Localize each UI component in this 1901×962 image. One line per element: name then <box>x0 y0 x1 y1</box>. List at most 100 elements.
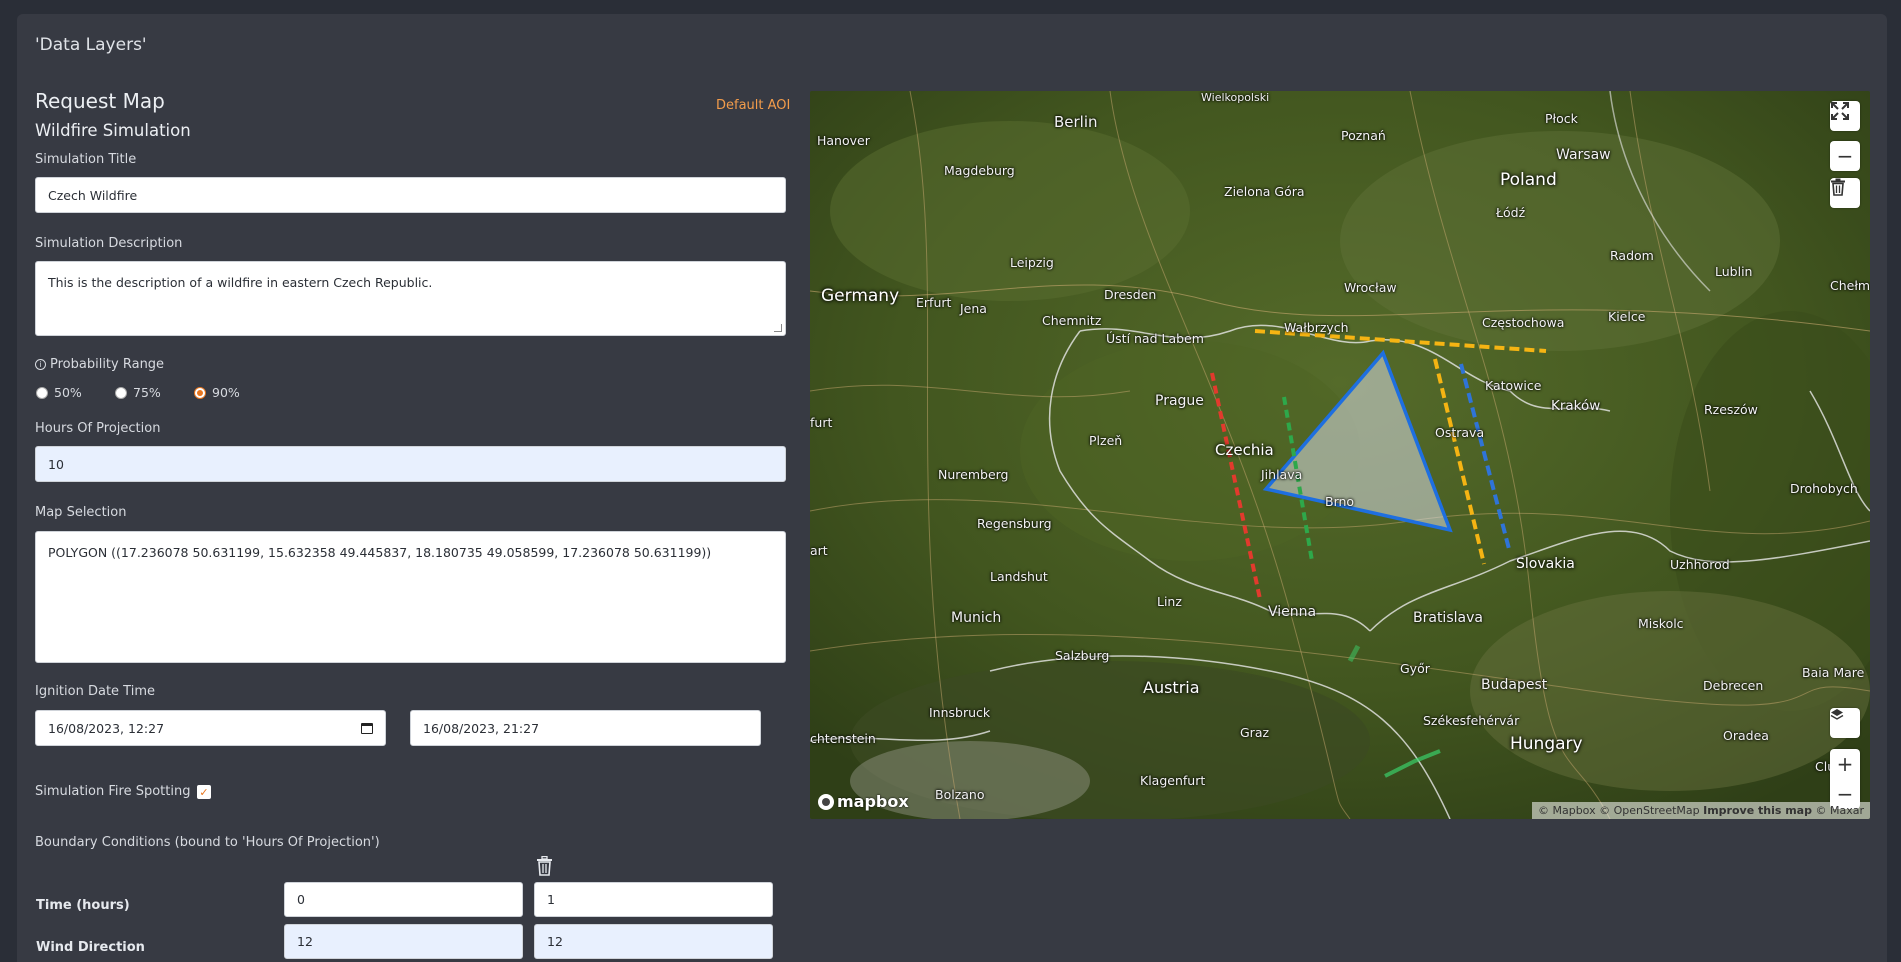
mapbox-logo[interactable]: mapbox <box>818 792 909 811</box>
city-label: Graz <box>1240 725 1270 740</box>
city-label: Hanover <box>817 133 870 148</box>
city-label: Jihlava <box>1261 467 1303 482</box>
city-label: Kraków <box>1551 398 1601 414</box>
country-austria: Austria <box>1143 678 1200 697</box>
city-label: Kielce <box>1608 309 1646 324</box>
city-label: Miskolc <box>1638 616 1684 631</box>
city-label: Erfurt <box>916 295 952 310</box>
boundary-conditions-label: Boundary Conditions (bound to 'Hours Of … <box>35 835 380 850</box>
city-label: Vienna <box>1268 604 1317 620</box>
radio-90-label: 90% <box>212 385 240 400</box>
layers-icon[interactable] <box>1830 708 1860 738</box>
trash-icon[interactable] <box>536 855 553 876</box>
city-label: Innsbruck <box>929 705 991 720</box>
ignition-date-time-label: Ignition Date Time <box>35 684 155 699</box>
radio-option-90[interactable]: 90% <box>194 385 240 400</box>
simulation-description-textarea[interactable]: This is the description of a wildfire in… <box>35 261 786 336</box>
city-label: Wielkopolski <box>1201 91 1270 104</box>
map-view[interactable]: Germany Poland Czechia Slovakia Austria … <box>810 91 1870 819</box>
time-hours-input-1[interactable]: 1 <box>534 882 773 917</box>
map-selection-text: POLYGON ((17.236078 50.631199, 15.632358… <box>48 545 712 560</box>
city-label: Zielona Góra <box>1224 184 1305 199</box>
hours-of-projection-input[interactable]: 10 <box>35 446 786 482</box>
radio-75-label: 75% <box>133 385 161 400</box>
city-label: Salzburg <box>1055 648 1110 663</box>
attribution-osm-link[interactable]: © OpenStreetMap <box>1599 804 1700 817</box>
city-label: Warsaw <box>1556 147 1611 163</box>
wildfire-simulation-heading: Wildfire Simulation <box>35 121 191 140</box>
city-label: Ústí nad Labem <box>1106 331 1204 346</box>
city-label: Munich <box>951 610 1002 626</box>
city-label: Nuremberg <box>938 467 1009 482</box>
country-czechia: Czechia <box>1215 441 1274 459</box>
simulation-title-input[interactable]: Czech Wildfire <box>35 177 786 213</box>
radio-90[interactable] <box>194 386 206 399</box>
ignition-end-input[interactable]: 16/08/2023, 21:27 <box>410 710 761 746</box>
city-label: Lublin <box>1715 264 1753 279</box>
radio-50-label: 50% <box>54 385 82 400</box>
zoom-out-icon[interactable]: − <box>1830 141 1860 171</box>
trash-icon[interactable] <box>1830 178 1860 208</box>
ignition-start-value: 16/08/2023, 12:27 <box>48 720 165 736</box>
city-label: Dresden <box>1104 287 1157 302</box>
fire-spotting-label: Simulation Fire Spotting <box>35 784 191 799</box>
map-selection-textarea[interactable]: POLYGON ((17.236078 50.631199, 15.632358… <box>35 531 786 663</box>
request-map-heading: Request Map <box>35 89 165 113</box>
fire-spotting-checkbox[interactable]: ✓ <box>197 785 211 799</box>
calendar-icon[interactable] <box>361 722 373 734</box>
city-label: Bratislava <box>1413 610 1483 626</box>
city-label: Győr <box>1400 661 1430 676</box>
city-label: Częstochowa <box>1482 315 1565 330</box>
city-label: Płock <box>1545 111 1578 126</box>
map-selection-label: Map Selection <box>35 505 127 520</box>
city-label: Ostrava <box>1435 425 1485 440</box>
info-icon: i <box>35 359 46 370</box>
zoom-control[interactable]: + − <box>1830 749 1860 809</box>
wind-direction-input-1[interactable]: 12 <box>534 924 773 959</box>
country-germany: Germany <box>821 286 900 306</box>
city-label: chtenstein <box>810 731 876 746</box>
map-attribution: © Mapbox © OpenStreetMap Improve this ma… <box>1531 802 1870 819</box>
zoom-in-icon[interactable]: + <box>1837 752 1854 776</box>
city-label: Brno <box>1325 494 1355 509</box>
city-label: Wałbrzych <box>1284 320 1349 335</box>
radio-50[interactable] <box>36 386 48 399</box>
improve-map-link[interactable]: Improve this map <box>1703 804 1812 817</box>
fullscreen-icon[interactable] <box>1830 101 1860 131</box>
radio-75[interactable] <box>115 386 127 399</box>
radio-option-75[interactable]: 75% <box>115 385 161 400</box>
default-aoi-link[interactable]: Default AOI <box>716 98 790 113</box>
time-hours-label: Time (hours) <box>36 898 130 913</box>
city-label: Bolzano <box>935 787 985 802</box>
probability-range-label: Probability Range <box>50 357 165 372</box>
country-slovakia: Slovakia <box>1516 556 1575 572</box>
city-label: Wrocław <box>1344 280 1397 295</box>
resize-grip-icon[interactable] <box>774 324 782 332</box>
city-label: Oradea <box>1723 728 1769 743</box>
city-label: Leipzig <box>1010 255 1054 270</box>
city-label: Székesfehérvár <box>1423 713 1520 728</box>
city-label: Regensburg <box>977 516 1052 531</box>
time-hours-input-0[interactable]: 0 <box>284 882 523 917</box>
probability-range-label-row: i Probability Range <box>35 357 164 372</box>
city-label: Debrecen <box>1703 678 1764 693</box>
mapbox-logo-text: mapbox <box>837 792 909 811</box>
city-label: Baia Mare <box>1802 665 1865 680</box>
ignition-start-input[interactable]: 16/08/2023, 12:27 <box>35 710 386 746</box>
attribution-mapbox-link[interactable]: © Mapbox <box>1538 804 1596 817</box>
city-label: Berlin <box>1054 113 1098 131</box>
city-label: Klagenfurt <box>1140 773 1206 788</box>
radio-option-50[interactable]: 50% <box>36 385 82 400</box>
mapbox-logo-icon <box>818 793 834 810</box>
hours-of-projection-label: Hours Of Projection <box>35 421 161 436</box>
attribution-maxar-link[interactable]: © Maxar <box>1815 804 1864 817</box>
city-label: Rzeszów <box>1704 402 1758 417</box>
city-label: Budapest <box>1481 677 1548 693</box>
wind-direction-input-0[interactable]: 12 <box>284 924 523 959</box>
simulation-description-label: Simulation Description <box>35 236 183 251</box>
city-label: Katowice <box>1485 378 1542 393</box>
simulation-title-label: Simulation Title <box>35 152 137 167</box>
city-label: Uzhhorod <box>1670 557 1730 572</box>
city-label: Prague <box>1155 393 1204 409</box>
wind-direction-label: Wind Direction <box>36 940 145 955</box>
